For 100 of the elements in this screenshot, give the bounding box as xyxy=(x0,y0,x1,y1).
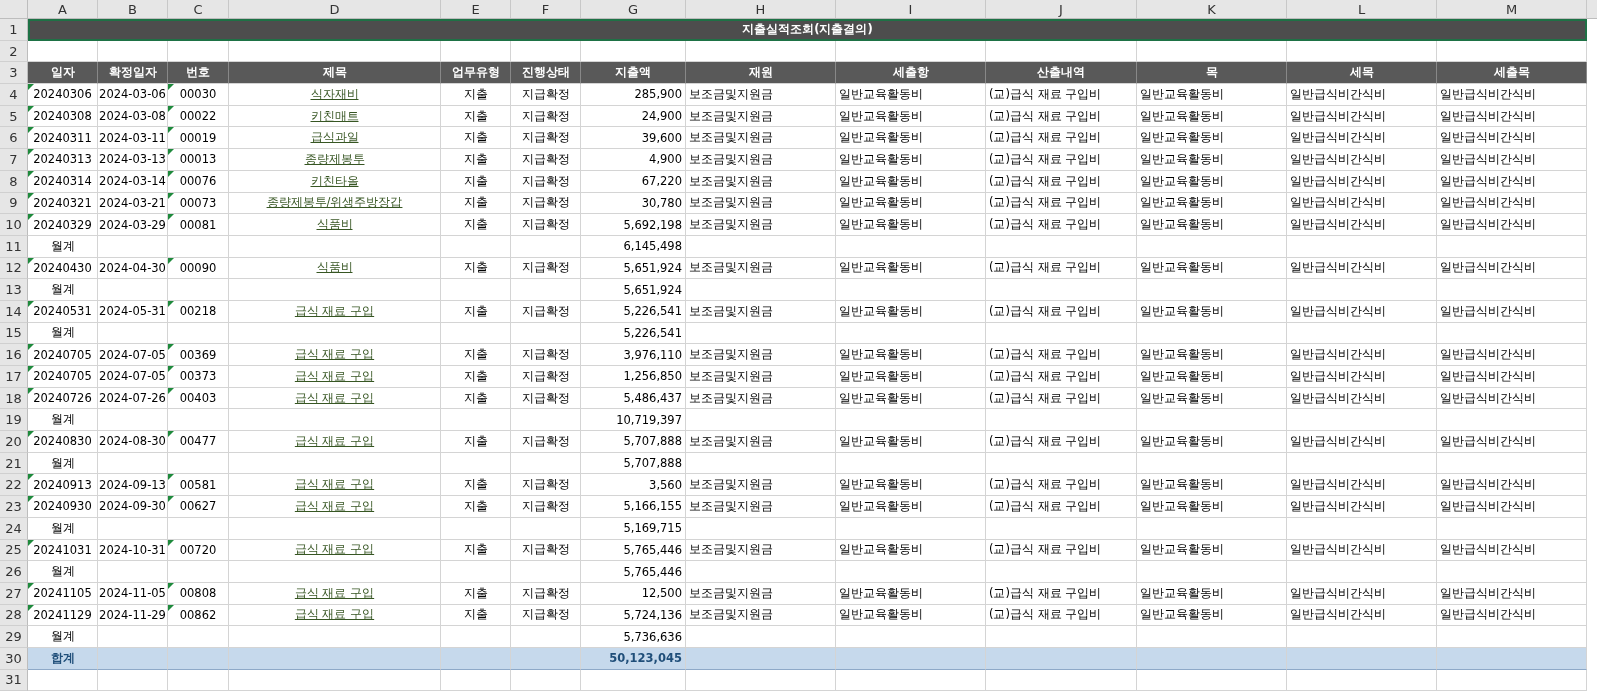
row-header[interactable]: 2 xyxy=(0,40,28,63)
subject-link[interactable]: 종량제봉투/위생주방장갑 xyxy=(266,195,403,211)
table-cell: 지급확정 xyxy=(511,474,581,497)
column-header[interactable]: I xyxy=(836,0,986,18)
row-header[interactable]: 25 xyxy=(0,539,28,562)
row-header[interactable]: 10 xyxy=(0,214,28,236)
table-cell: 지급확정 xyxy=(511,170,581,193)
row-header[interactable]: 12 xyxy=(0,257,28,280)
error-flag-icon[interactable] xyxy=(168,539,174,546)
error-flag-icon[interactable] xyxy=(168,582,174,589)
row-header[interactable]: 19 xyxy=(0,409,28,432)
subject-link[interactable]: 급식 재료 구입 xyxy=(294,585,375,601)
subject-link[interactable]: 급식 재료 구입 xyxy=(294,542,375,558)
error-flag-icon[interactable] xyxy=(168,300,174,307)
empty-cell xyxy=(441,409,511,432)
error-flag-icon[interactable] xyxy=(168,149,174,156)
column-header[interactable]: E xyxy=(441,0,511,18)
table-cell: 지출 xyxy=(441,149,511,171)
column-header[interactable]: L xyxy=(1287,0,1437,18)
row-header[interactable]: 11 xyxy=(0,235,28,258)
column-header[interactable]: M xyxy=(1437,0,1587,18)
error-flag-icon[interactable] xyxy=(168,344,174,351)
subject-link[interactable]: 식품비 xyxy=(316,260,353,276)
empty-cell xyxy=(441,626,511,648)
table-cell: 일반급식비간식비 xyxy=(1437,474,1587,497)
subject-link[interactable]: 급식 재료 구입 xyxy=(294,390,375,406)
row-header[interactable]: 5 xyxy=(0,105,28,128)
subject-link[interactable]: 급식 재료 구입 xyxy=(294,477,375,493)
error-flag-icon[interactable] xyxy=(168,604,174,611)
row-header[interactable]: 21 xyxy=(0,452,28,475)
table-cell: 일반교육활동비 xyxy=(1137,105,1287,128)
column-header[interactable]: C xyxy=(168,0,229,18)
error-flag-icon[interactable] xyxy=(168,170,174,177)
row-header[interactable]: 4 xyxy=(0,84,28,106)
error-flag-icon[interactable] xyxy=(168,387,174,394)
error-flag-icon[interactable] xyxy=(28,366,34,372)
table-cell: 20240531 xyxy=(28,300,98,323)
row-header[interactable]: 18 xyxy=(0,387,28,410)
column-header[interactable]: J xyxy=(986,0,1137,18)
subject-link[interactable]: 급식 재료 구입 xyxy=(294,368,375,384)
empty-cell xyxy=(168,409,229,432)
subject-link[interactable]: 키친타올 xyxy=(310,173,359,189)
table-cell: 20240913 xyxy=(28,474,98,497)
column-header[interactable]: D xyxy=(229,0,441,18)
subject-link[interactable]: 식품비 xyxy=(316,217,353,233)
column-header[interactable]: H xyxy=(686,0,836,18)
row-header[interactable]: 15 xyxy=(0,322,28,345)
row-header[interactable]: 22 xyxy=(0,474,28,497)
row-header[interactable]: 24 xyxy=(0,517,28,540)
column-header[interactable]: G xyxy=(581,0,686,18)
row-header[interactable]: 27 xyxy=(0,582,28,605)
table-cell: 일반급식비간식비 xyxy=(1287,170,1437,193)
row-header[interactable]: 20 xyxy=(0,431,28,453)
table-cell: 일반교육활동비 xyxy=(1137,431,1287,453)
error-flag-icon[interactable] xyxy=(168,192,174,199)
error-flag-icon[interactable] xyxy=(168,496,174,503)
column-header[interactable]: K xyxy=(1137,0,1287,18)
table-cell: 20241031 xyxy=(28,539,98,562)
row-header[interactable]: 29 xyxy=(0,626,28,648)
column-header[interactable]: F xyxy=(511,0,581,18)
subject-link[interactable]: 급식 재료 구입 xyxy=(294,607,375,623)
row-header[interactable]: 7 xyxy=(0,149,28,171)
row-header[interactable]: 16 xyxy=(0,344,28,366)
error-flag-icon[interactable] xyxy=(168,127,174,134)
row-header[interactable]: 14 xyxy=(0,300,28,323)
column-header[interactable]: A xyxy=(28,0,98,18)
error-flag-icon[interactable] xyxy=(168,214,174,221)
subject-link[interactable]: 급식 재료 구입 xyxy=(294,433,375,449)
subject-link[interactable]: 급식 재료 구입 xyxy=(294,303,375,319)
row-header[interactable]: 6 xyxy=(0,127,28,150)
subject-link[interactable]: 급식과일 xyxy=(310,130,359,146)
error-flag-icon[interactable] xyxy=(168,84,174,91)
row-header[interactable]: 30 xyxy=(0,647,28,670)
row-header[interactable]: 26 xyxy=(0,561,28,583)
row-header[interactable]: 3 xyxy=(0,62,28,85)
row-header[interactable]: 9 xyxy=(0,192,28,215)
table-cell: 일반교육활동비 xyxy=(1137,604,1287,627)
row-header[interactable]: 17 xyxy=(0,366,28,388)
row-header[interactable]: 28 xyxy=(0,604,28,627)
table-cell: 일반교육활동비 xyxy=(836,300,986,323)
error-flag-icon[interactable] xyxy=(168,105,174,112)
table-cell: 2024-03-21 xyxy=(98,192,168,215)
error-flag-icon[interactable] xyxy=(168,257,174,264)
subject-link[interactable]: 급식 재료 구입 xyxy=(294,347,375,363)
table-cell: 지출 xyxy=(441,582,511,605)
error-flag-icon[interactable] xyxy=(168,431,174,438)
subject-link[interactable]: 급식 재료 구입 xyxy=(294,498,375,514)
title-cell[interactable]: 지출실적조회(지출결의) xyxy=(28,19,1587,41)
column-header[interactable]: B xyxy=(98,0,168,18)
error-flag-icon[interactable] xyxy=(168,474,174,481)
row-header[interactable]: 1 xyxy=(0,19,28,41)
subject-link[interactable]: 종량제봉투 xyxy=(304,151,365,167)
row-header[interactable]: 31 xyxy=(0,669,28,692)
subject-link[interactable]: 식자재비 xyxy=(310,86,359,102)
error-flag-icon[interactable] xyxy=(168,366,174,372)
row-header[interactable]: 13 xyxy=(0,279,28,301)
subject-link[interactable]: 키친매트 xyxy=(310,108,359,124)
row-header[interactable]: 23 xyxy=(0,496,28,518)
table-cell: 2024-07-05 xyxy=(98,344,168,366)
row-header[interactable]: 8 xyxy=(0,170,28,193)
